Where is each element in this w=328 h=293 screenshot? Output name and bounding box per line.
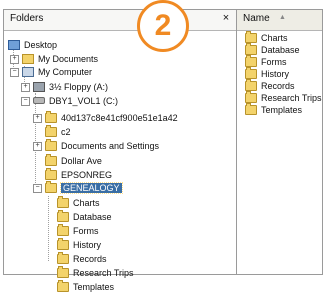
folder-icon — [57, 223, 69, 236]
collapse-icon[interactable]: − — [33, 184, 42, 193]
folder-icon — [45, 110, 57, 123]
tree-item-drive-c[interactable]: DBY1_VOL1 (C:) — [33, 94, 118, 107]
floppy-disk-icon — [33, 81, 45, 92]
tree-item-database[interactable]: Database — [57, 209, 112, 223]
expand-icon[interactable]: + — [10, 55, 19, 64]
folder-icon — [245, 79, 257, 91]
open-folder-icon — [45, 180, 57, 193]
tree-item-research-trips[interactable]: Research Trips — [57, 265, 134, 279]
tree-item-label: History — [73, 239, 102, 250]
tree-item-charts[interactable]: Charts — [57, 195, 100, 209]
tree-item-my-documents[interactable]: My Documents — [22, 52, 98, 65]
tree-item-label: Forms — [73, 225, 99, 236]
folder-icon — [57, 265, 69, 278]
folders-pane-header: Folders × — [4, 10, 236, 31]
collapse-icon[interactable]: − — [10, 68, 19, 77]
folder-icon — [245, 67, 257, 79]
list-item-label: History — [261, 69, 290, 79]
contents-pane: Name ▲ Charts Database Forms History Rec… — [237, 10, 322, 274]
list-item-label: Research Trips — [261, 93, 322, 103]
column-header-name[interactable]: Name ▲ — [237, 10, 322, 31]
folder-icon — [57, 251, 69, 264]
tree-item-label: 3½ Floppy (A:) — [49, 81, 109, 92]
list-item-label: Records — [261, 81, 295, 91]
folder-icon — [245, 55, 257, 67]
collapse-icon[interactable]: − — [21, 97, 30, 106]
tree-item-forms[interactable]: Forms — [57, 223, 99, 237]
tree-item-label: My Computer — [38, 66, 93, 77]
folder-icon — [245, 103, 257, 115]
tree-item-epsonreg[interactable]: EPSONREG — [45, 167, 113, 181]
folder-icon — [45, 138, 57, 151]
tree-item-label: Records — [73, 253, 107, 264]
folder-icon — [245, 91, 257, 103]
expand-icon[interactable]: + — [33, 114, 42, 123]
close-icon[interactable]: × — [220, 12, 232, 24]
desktop-icon — [8, 39, 20, 50]
tree-item-label: GENEALOGY — [60, 181, 123, 194]
tree-item-my-computer[interactable]: My Computer — [22, 65, 92, 78]
tree-item-label: My Documents — [38, 53, 99, 64]
hard-drive-icon — [33, 97, 45, 104]
folder-icon — [245, 31, 257, 43]
tree-item-label: DBY1_VOL1 (C:) — [49, 95, 119, 106]
tree-item-label: Dollar Ave — [61, 155, 102, 166]
folder-icon — [45, 153, 57, 166]
folders-pane: Folders × Desktop + My Documents − My Co… — [4, 10, 237, 292]
file-list: Charts Database Forms History Records Re… — [237, 31, 322, 116]
folder-icon — [45, 167, 57, 180]
tree-item-label: c2 — [61, 126, 71, 137]
step-number-badge: 2 — [137, 0, 189, 52]
tree-item-desktop[interactable]: Desktop — [8, 38, 57, 51]
step-number: 2 — [154, 9, 172, 42]
folder-icon — [245, 43, 257, 55]
column-header-label: Name — [243, 13, 270, 24]
list-item[interactable]: Templates — [237, 103, 322, 116]
tree-item-documents-and-settings[interactable]: Documents and Settings — [45, 138, 160, 152]
list-item-label: Database — [261, 45, 300, 55]
expand-icon[interactable]: + — [21, 83, 30, 92]
tree-item-floppy[interactable]: 3½ Floppy (A:) — [33, 80, 108, 93]
tree-item-label: Database — [73, 211, 112, 222]
tree-item-dollar-ave[interactable]: Dollar Ave — [45, 153, 102, 167]
list-item-label: Forms — [261, 57, 287, 67]
expand-icon[interactable]: + — [33, 142, 42, 151]
tree-item-label: Research Trips — [73, 267, 134, 278]
tree-item-genealogy[interactable]: GENEALOGY — [45, 180, 123, 194]
list-item-label: Charts — [261, 33, 288, 43]
sort-ascending-icon: ▲ — [279, 14, 286, 21]
tree-item-label: Desktop — [24, 39, 58, 50]
tree-item-records[interactable]: Records — [57, 251, 107, 265]
list-item-label: Templates — [261, 105, 303, 115]
tree-item-templates[interactable]: Templates — [57, 279, 115, 293]
folder-icon — [57, 279, 69, 292]
folder-icon — [57, 209, 69, 222]
tree-item-hash-folder[interactable]: 40d137c8e41cf900e51e1a42 — [45, 110, 178, 124]
folder-icon — [57, 237, 69, 250]
tree-item-label: Templates — [73, 281, 115, 292]
tree-item-label: Documents and Settings — [61, 140, 160, 151]
tree-item-label: EPSONREG — [61, 169, 113, 180]
tree-item-label: 40d137c8e41cf900e51e1a42 — [61, 112, 178, 123]
folder-icon — [22, 53, 34, 64]
folder-icon — [45, 124, 57, 137]
tree-item-c2[interactable]: c2 — [45, 124, 71, 138]
tree-item-label: Charts — [73, 197, 100, 208]
folder-tree: Desktop + My Documents − My Computer + 3… — [4, 31, 236, 292]
folders-pane-title: Folders — [10, 13, 44, 24]
computer-icon — [22, 66, 34, 77]
folder-icon — [57, 195, 69, 208]
tree-item-history[interactable]: History — [57, 237, 102, 251]
